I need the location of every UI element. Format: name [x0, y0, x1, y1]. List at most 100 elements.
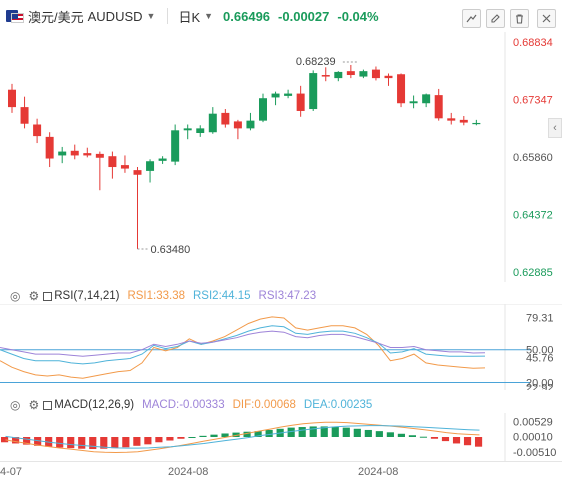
- price-change: -0.00027: [278, 8, 330, 24]
- rsi-series-line: [0, 330, 486, 357]
- macd-axis-label: -0.00510: [513, 447, 556, 459]
- candle-body: [359, 71, 368, 77]
- gear-icon[interactable]: ⚙: [28, 289, 39, 303]
- candle-body: [58, 151, 67, 156]
- macd-bar: [265, 429, 273, 437]
- gear-icon[interactable]: ⚙: [28, 398, 39, 412]
- candle-body: [70, 150, 79, 156]
- candle-body: [33, 124, 42, 137]
- period-dropdown-icon[interactable]: ▼: [204, 11, 213, 21]
- macd-axis-label: 0.00529: [513, 416, 553, 428]
- candle-body: [95, 153, 104, 158]
- candle-body: [45, 136, 54, 159]
- eye-icon[interactable]: ◎: [10, 289, 20, 303]
- macd-bar: [1, 437, 9, 443]
- time-label: 2024-08: [358, 466, 399, 478]
- macd-bar: [67, 437, 75, 449]
- candle-body: [409, 101, 418, 104]
- symbol-code[interactable]: AUDUSD: [88, 9, 143, 24]
- macd-bar: [353, 428, 361, 437]
- price-axis-label: 0.65860: [513, 152, 553, 164]
- time-label: 4-07: [0, 466, 23, 478]
- price-axis-label: 0.64372: [513, 210, 553, 222]
- rsi-title: RSI(7,14,21): [54, 290, 120, 302]
- macd-bar: [166, 437, 174, 441]
- rsi-chart[interactable]: 79.3150.0045.7620.0022.92: [0, 304, 562, 390]
- candle-body: [8, 89, 16, 108]
- candle-body: [422, 94, 431, 104]
- candle-body: [233, 121, 242, 129]
- time-label: 2024-08: [168, 466, 209, 478]
- macd-bar: [144, 437, 152, 445]
- low-annotation: 0.63480: [151, 244, 191, 256]
- macd-bar: [397, 433, 405, 437]
- symbol-dropdown-icon[interactable]: ▼: [147, 11, 156, 21]
- macd-value: MACD:-0.00333: [142, 399, 225, 411]
- macd-bar: [177, 437, 185, 439]
- candle-body: [296, 93, 305, 111]
- macd-series-line: [5, 425, 480, 449]
- macd-bar: [210, 434, 218, 437]
- macd-chart[interactable]: 0.00529 0.00010 -0.00510: [0, 413, 562, 461]
- macd-bar: [309, 426, 317, 437]
- rsi2-value: RSI2:44.15: [193, 290, 251, 302]
- macd-bar: [155, 437, 163, 443]
- candle-body: [447, 118, 456, 121]
- eye-icon[interactable]: ◎: [10, 398, 20, 412]
- macd-bar: [133, 437, 141, 446]
- macd-bar: [78, 437, 86, 449]
- rsi1-value: RSI1:33.38: [127, 290, 185, 302]
- rsi-checkbox[interactable]: [43, 291, 53, 301]
- trash-icon[interactable]: [510, 9, 529, 28]
- toolbar-divider: [167, 8, 169, 24]
- candle-body: [183, 128, 192, 131]
- candle-body: [246, 120, 255, 129]
- dea-value: DEA:0.00235: [303, 399, 373, 411]
- symbol-name[interactable]: 澳元/美元: [28, 7, 84, 26]
- candle-body: [259, 98, 267, 121]
- macd-bar: [408, 435, 417, 437]
- candle-body: [271, 93, 280, 98]
- candle-body: [472, 122, 481, 125]
- candlestick-chart[interactable]: 0.68834 0.67347 0.65860 0.64372 0.62885 0.682…: [0, 32, 562, 282]
- pen-icon[interactable]: [486, 9, 505, 28]
- last-price: 0.66496: [223, 8, 271, 24]
- candle-body: [158, 158, 167, 161]
- high-annotation: 0.68239: [296, 56, 336, 68]
- macd-bar: [188, 437, 196, 438]
- rsi-header: ◎ ⚙ RSI(7,14,21) RSI1:33.38 RSI2:44.15 R…: [0, 288, 316, 304]
- rsi-axis-label: 45.76: [526, 352, 554, 364]
- candle-body: [146, 161, 155, 171]
- macd-bar: [111, 437, 119, 449]
- macd-bar: [331, 426, 339, 437]
- macd-bar: [221, 433, 229, 437]
- flag-icon: [6, 9, 24, 23]
- candle-body: [434, 95, 443, 119]
- candle-body: [133, 170, 142, 175]
- price-axis-label: 0.67347: [513, 94, 553, 106]
- macd-bar: [364, 429, 372, 437]
- candle-body: [397, 74, 406, 104]
- candle-body: [120, 165, 129, 169]
- macd-bar: [452, 437, 461, 444]
- rsi-series-line: [0, 316, 486, 379]
- candle-body: [83, 153, 92, 156]
- macd-title: MACD(12,26,9): [54, 399, 135, 411]
- macd-checkbox[interactable]: [43, 400, 53, 410]
- candle-body: [346, 71, 355, 76]
- macd-bar: [56, 437, 64, 448]
- candle-body: [171, 130, 180, 162]
- rsi-series-line: [0, 325, 486, 365]
- macd-bar: [342, 427, 350, 437]
- candle-body: [371, 69, 380, 79]
- price-axis-label: 0.68834: [513, 37, 553, 49]
- macd-bar: [386, 432, 394, 437]
- collapse-panel-icon[interactable]: ‹: [548, 118, 562, 138]
- rsi-axis-label: 79.31: [526, 313, 554, 325]
- draw-line-icon[interactable]: [462, 9, 481, 28]
- macd-bar: [122, 437, 130, 448]
- close-icon[interactable]: [537, 9, 556, 28]
- candle-body: [196, 128, 205, 134]
- period-selector[interactable]: 日K: [178, 7, 200, 26]
- macd-header: ◎ ⚙ MACD(12,26,9) MACD:-0.00333 DIF:0.00…: [0, 397, 372, 413]
